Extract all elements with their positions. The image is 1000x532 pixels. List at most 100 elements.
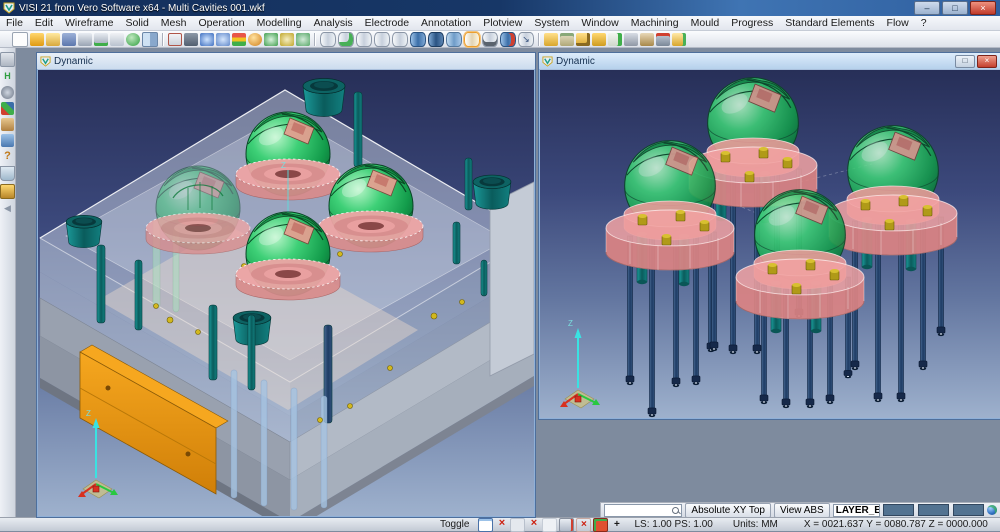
- solid-body-icon[interactable]: [320, 32, 336, 47]
- visi-logo-icon: [40, 56, 51, 67]
- menu-electrode[interactable]: Electrode: [359, 16, 415, 30]
- solid-body4-icon[interactable]: [392, 32, 408, 47]
- viewport-right-title-bar[interactable]: Dynamic □×: [539, 53, 1000, 69]
- standard-parts-icon[interactable]: [560, 33, 574, 46]
- layer-field[interactable]: LAYER_E: [833, 504, 880, 517]
- globe-icon[interactable]: [987, 505, 997, 515]
- pour-jug-icon[interactable]: [1, 134, 14, 147]
- save-icon[interactable]: [62, 33, 76, 46]
- side-clamp-plate: [490, 182, 534, 376]
- menu-flow[interactable]: Flow: [881, 16, 915, 30]
- folder-tree-icon[interactable]: [544, 33, 558, 46]
- plus-icon[interactable]: +: [610, 519, 623, 531]
- maximize-button[interactable]: □: [942, 1, 968, 15]
- toolbox-rail-icon[interactable]: [0, 184, 15, 199]
- menu-modelling[interactable]: Modelling: [251, 16, 308, 30]
- menu-standard-elements[interactable]: Standard Elements: [779, 16, 880, 30]
- solid-blue-light-icon[interactable]: [446, 32, 462, 47]
- new-file-icon[interactable]: [12, 32, 28, 47]
- print-export-icon[interactable]: [94, 33, 108, 46]
- menu-mould[interactable]: Mould: [685, 16, 726, 30]
- viewport-left-canvas[interactable]: Z: [38, 70, 534, 516]
- menu-wireframe[interactable]: Wireframe: [59, 16, 119, 30]
- menu-mesh[interactable]: Mesh: [155, 16, 193, 30]
- hide-entity-icon[interactable]: [280, 33, 294, 46]
- solid-band-icon[interactable]: [482, 32, 498, 47]
- menu-analysis[interactable]: Analysis: [308, 16, 359, 30]
- redraw-icon[interactable]: [168, 33, 182, 46]
- notes-icon[interactable]: [559, 518, 574, 532]
- parts-add-icon[interactable]: [672, 33, 686, 46]
- menu-annotation[interactable]: Annotation: [415, 16, 477, 30]
- shaded-view-icon[interactable]: [248, 33, 262, 46]
- ghost-doc-icon[interactable]: [510, 518, 525, 532]
- solid-body3-icon[interactable]: [374, 32, 390, 47]
- regen-view-icon[interactable]: [296, 33, 310, 46]
- menu-plotview[interactable]: Plotview: [477, 16, 528, 30]
- preview-globe-icon[interactable]: [126, 33, 140, 46]
- export-doc-icon[interactable]: [608, 33, 622, 46]
- layer-color-swatch[interactable]: [953, 504, 984, 516]
- plot-icon[interactable]: [110, 33, 124, 46]
- restore-button[interactable]: □: [955, 55, 975, 68]
- menu-edit[interactable]: Edit: [29, 16, 59, 30]
- snap-box-icon[interactable]: [593, 518, 608, 532]
- toggle-label: Toggle: [440, 519, 469, 530]
- workplane-status-bar: Absolute XY Top View ABS LAYER_E: [600, 502, 1000, 517]
- toolbox-icon[interactable]: [624, 33, 638, 46]
- solid-blue-dark-icon[interactable]: [428, 32, 444, 47]
- minimize-button[interactable]: –: [914, 1, 940, 15]
- delete-x-icon[interactable]: ×: [495, 518, 508, 530]
- tool-folder-icon[interactable]: [576, 33, 590, 46]
- menu-help[interactable]: ?: [915, 16, 933, 30]
- zoom-in-eye-icon[interactable]: [200, 33, 214, 46]
- absolute-xy-top-button[interactable]: Absolute XY Top: [685, 503, 771, 518]
- solid-blue-red-icon[interactable]: [500, 32, 516, 47]
- split-view-icon[interactable]: [142, 32, 158, 47]
- delete-x2-icon[interactable]: ×: [527, 518, 540, 530]
- open-folder-icon[interactable]: [30, 33, 44, 46]
- ucs-axis-icon[interactable]: [1, 102, 14, 115]
- viewport-left-title-bar[interactable]: Dynamic: [37, 53, 535, 69]
- viewport-right-canvas[interactable]: Z: [540, 70, 1000, 418]
- view-abs-button[interactable]: View ABS: [774, 503, 830, 518]
- back-arrow-icon[interactable]: ◀: [1, 202, 14, 215]
- menu-operation[interactable]: Operation: [192, 16, 250, 30]
- camera-icon[interactable]: [184, 33, 198, 46]
- zoom-out-eye-icon[interactable]: [216, 33, 230, 46]
- viewport-window-right[interactable]: Dynamic □×: [538, 52, 1000, 420]
- viewport-window-left[interactable]: Dynamic: [36, 52, 536, 518]
- solid-blue-icon[interactable]: [410, 32, 426, 47]
- menu-system[interactable]: System: [528, 16, 575, 30]
- layer-color-swatch[interactable]: [918, 504, 949, 516]
- spray-icon[interactable]: [656, 33, 670, 46]
- menu-machining[interactable]: Machining: [625, 16, 685, 30]
- traffic-light-icon[interactable]: [232, 33, 246, 46]
- solid-export-icon[interactable]: ↘: [518, 32, 534, 47]
- layer-color-swatch[interactable]: [883, 504, 914, 516]
- help-edit-icon[interactable]: ?: [1, 150, 14, 163]
- wrench-folder-icon[interactable]: [592, 33, 606, 46]
- delete-box-icon[interactable]: ×: [576, 518, 591, 532]
- close-button[interactable]: ×: [970, 1, 996, 15]
- menu-window[interactable]: Window: [575, 16, 624, 30]
- close-button[interactable]: ×: [977, 55, 997, 68]
- solid-body-green-icon[interactable]: [338, 32, 354, 47]
- search-input[interactable]: [604, 504, 682, 517]
- menu-progress[interactable]: Progress: [725, 16, 779, 30]
- workbench-icon[interactable]: [1, 118, 14, 131]
- show-all-icon[interactable]: [264, 33, 278, 46]
- menu-solid[interactable]: Solid: [119, 16, 154, 30]
- view-manager-icon[interactable]: [0, 52, 15, 67]
- solid-active-icon[interactable]: [464, 32, 480, 47]
- menu-file[interactable]: File: [0, 16, 29, 30]
- hammer-icon[interactable]: [640, 33, 654, 46]
- filter-glass-icon[interactable]: [0, 166, 15, 181]
- gear-spray-icon[interactable]: [1, 86, 14, 99]
- viewport-toggle-icon[interactable]: [478, 518, 493, 532]
- print-icon[interactable]: [78, 33, 92, 46]
- import-folder-icon[interactable]: [46, 33, 60, 46]
- fit-view-icon[interactable]: H: [1, 70, 14, 83]
- solid-body2-icon[interactable]: [356, 32, 372, 47]
- ghost-page-icon[interactable]: [542, 518, 557, 532]
